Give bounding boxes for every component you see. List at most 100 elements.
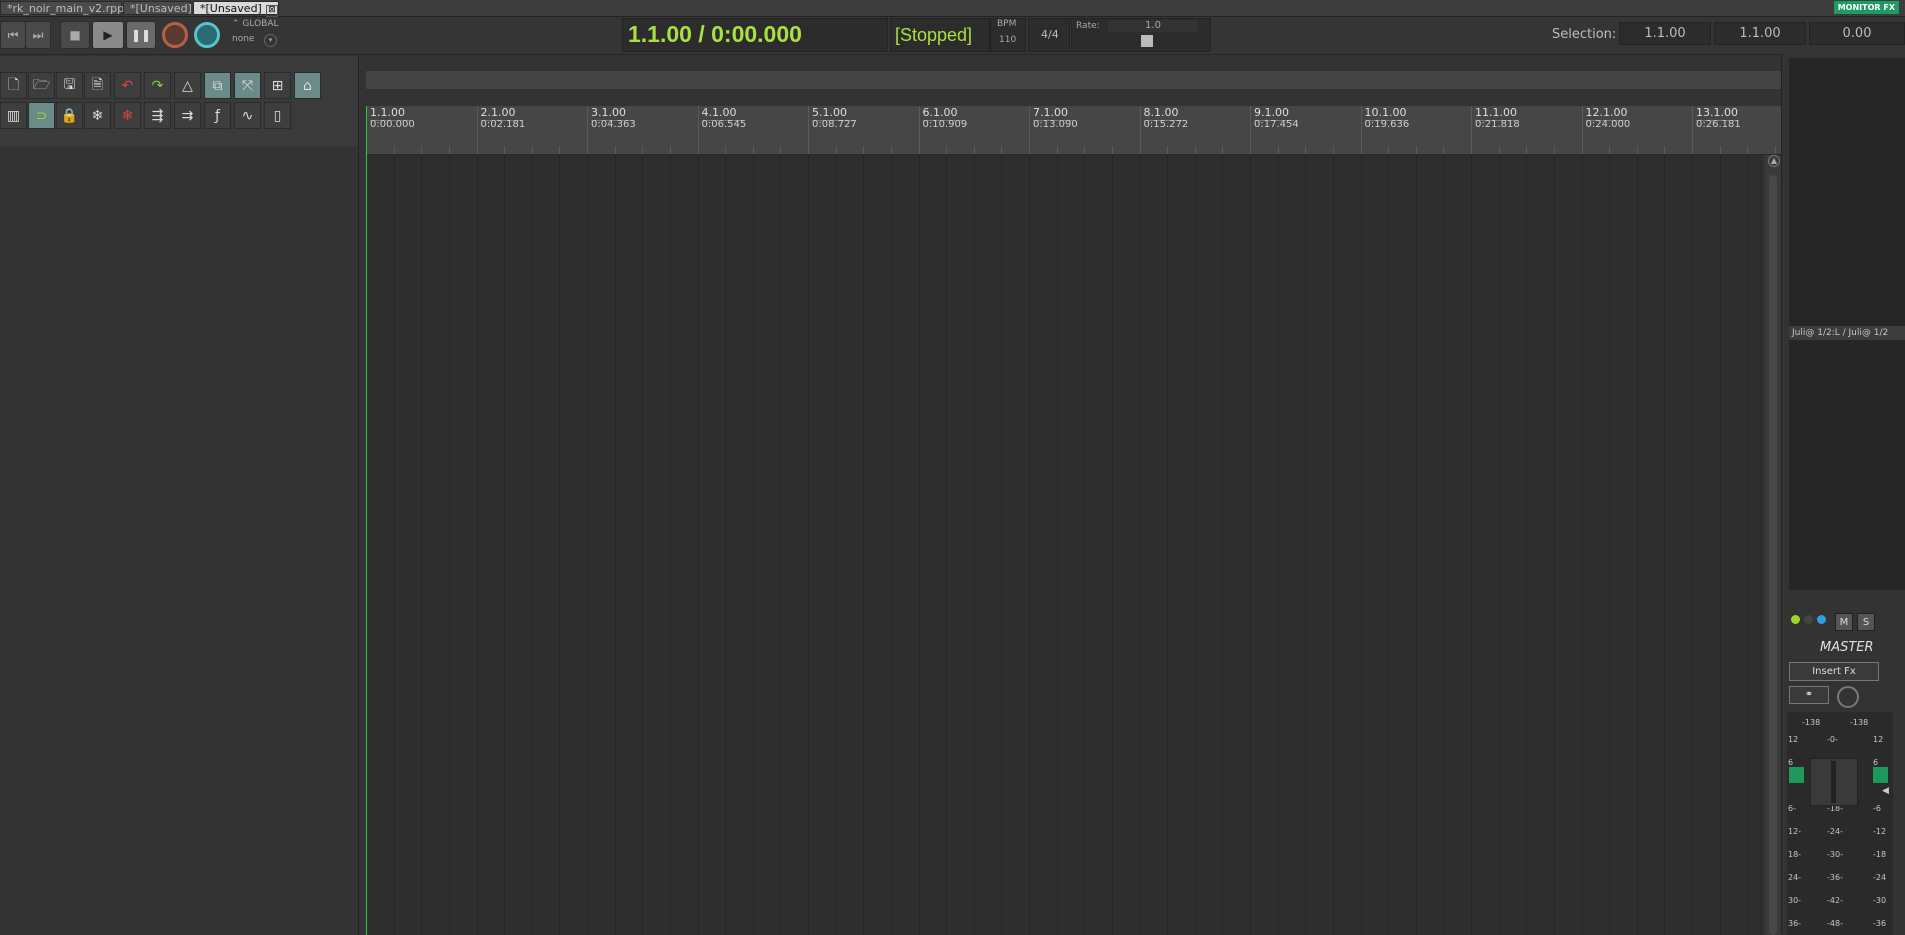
scroll-up-icon[interactable]: ▲ <box>1768 155 1780 167</box>
ruler-beat-mark <box>1056 146 1058 154</box>
ruler-beat-mark <box>1084 146 1086 154</box>
envelope-points-icon[interactable]: ⌂ <box>294 72 321 99</box>
selection-end-field[interactable]: 1.1.00 <box>1714 22 1806 45</box>
ruler-beat-mark <box>504 146 506 154</box>
ruler-beat-mark <box>421 146 423 154</box>
rate-slider-handle[interactable] <box>1141 35 1153 47</box>
go-to-start-button[interactable]: ⏮ <box>0 21 26 49</box>
bpm-value: 110 <box>999 35 1017 45</box>
rate-slider[interactable] <box>1108 35 1198 47</box>
ruler-tick: 4.1.00 0:06.545 <box>697 106 746 154</box>
grid-line <box>476 155 478 935</box>
timecode-text: 1.1.00 / 0:00.000 <box>628 21 802 47</box>
dot-blue[interactable] <box>1817 615 1826 624</box>
fader-track[interactable] <box>1810 758 1858 806</box>
routing-icon[interactable]: ⚭ <box>1789 686 1829 704</box>
go-to-end-button[interactable]: ⏭ <box>25 21 51 49</box>
freeze-icon[interactable]: ❄ <box>84 102 111 129</box>
meter-scale-value: -0- <box>1827 735 1838 744</box>
unfreeze-icon[interactable]: ❄ <box>114 102 141 129</box>
grid-line <box>531 155 533 935</box>
pause-button[interactable]: ❚❚ <box>126 21 156 49</box>
grid-line <box>863 155 865 935</box>
save-project-icon[interactable]: 🖫 <box>56 72 83 99</box>
vertical-scrollbar[interactable]: ▲ <box>1765 155 1781 935</box>
undo-icon[interactable]: ↶ <box>114 72 141 99</box>
tab-label: *rk_noir_main_v2.rpp <box>7 2 125 15</box>
meter-right-level <box>1873 767 1888 783</box>
ruler-measure-label: 3.1.00 <box>591 106 626 119</box>
grouping-icon[interactable]: ⊞ <box>264 72 291 99</box>
auto-crossfade-icon[interactable]: ⤧ <box>234 72 261 99</box>
fader-handle[interactable] <box>1831 761 1836 803</box>
grid-icon[interactable]: ▥ <box>0 102 27 129</box>
meter-scale-value: 12 <box>1873 735 1884 744</box>
automation-mode-value[interactable]: none <box>232 34 254 44</box>
project-tab-1[interactable]: *rk_noir_main_v2.rpp <box>0 1 125 15</box>
rate-control[interactable]: Rate: 1.0 <box>1071 18 1211 52</box>
bpm-display[interactable]: BPM 110 <box>990 18 1026 52</box>
project-tab-3[interactable]: *[Unsaved] ⊠ <box>193 1 279 17</box>
chevron-down-icon[interactable]: ▾ <box>264 34 277 47</box>
ruler-time-label: 0:24.000 <box>1585 119 1631 130</box>
ruler-measure-label: 10.1.00 <box>1364 106 1407 119</box>
lock-icon[interactable]: 🔒 <box>56 102 83 129</box>
pan-knob-icon[interactable] <box>1837 686 1859 708</box>
waveform-icon[interactable]: ∿ <box>234 102 261 129</box>
rate-value: 1.0 <box>1108 20 1198 32</box>
selection-start-field[interactable]: 1.1.00 <box>1619 22 1711 45</box>
edit-cursor <box>366 106 367 935</box>
dot-dark[interactable] <box>1804 615 1813 624</box>
ruler-beat-mark <box>1167 146 1169 154</box>
new-project-icon[interactable]: 🗋 <box>0 72 27 99</box>
close-tab-icon[interactable]: ⊠ <box>265 5 278 17</box>
grid-line <box>835 155 837 935</box>
region-marker-lane[interactable] <box>366 71 1781 89</box>
meter-scale-value: 36- <box>1788 919 1802 928</box>
transport-status: [Stopped] <box>895 25 973 45</box>
master-meter: -138 -138 1266-12-18-24-30-36- -0--6--12… <box>1787 712 1893 935</box>
ruler-time-label: 0:04.363 <box>591 119 636 130</box>
project-settings-icon[interactable]: 🗎 <box>84 72 111 99</box>
ruler-tick: 9.1.00 0:17.454 <box>1250 106 1299 154</box>
repeat-button[interactable] <box>194 22 220 48</box>
open-project-icon[interactable]: 🗁 <box>28 72 55 99</box>
render-stems-icon[interactable]: ⇶ <box>144 102 171 129</box>
grid-line <box>1277 155 1279 935</box>
ruler-beat-mark <box>1526 146 1528 154</box>
grid-line <box>1636 155 1638 935</box>
device-icon[interactable]: ▯ <box>264 102 291 129</box>
insert-fx-button[interactable]: Insert Fx <box>1789 662 1879 681</box>
master-fx-area[interactable] <box>1789 58 1905 590</box>
main-toolbar: 🗋 🗁 🖫 🗎 ↶ ↷ △ ⧉ ⤧ ⊞ ⌂ ▥ ⊃ 🔒 ❄ ❄ ⇶ ⇉ ƒ ∿ … <box>0 56 359 148</box>
play-button[interactable]: ▶ <box>92 21 124 49</box>
project-tab-2[interactable]: *[Unsaved] <box>123 1 192 15</box>
grid-line <box>1111 155 1113 935</box>
timeline-ruler[interactable]: 1.1.00 0:00.000 2.1.00 0:02.181 3.1.00 0:04.3… <box>366 106 1781 155</box>
snap-icon[interactable]: ⊃ <box>28 102 55 129</box>
master-io-routing[interactable]: Juli@ 1/2:L / Juli@ 1/2 <box>1789 326 1905 340</box>
track-control-panel[interactable] <box>0 147 359 935</box>
ruler-time-label: 0:13.090 <box>1033 119 1078 130</box>
dot-green[interactable] <box>1791 615 1800 624</box>
redo-icon[interactable]: ↷ <box>144 72 171 99</box>
selection-length-field[interactable]: 0.00 <box>1809 22 1905 45</box>
scrollbar-thumb[interactable] <box>1769 175 1777 935</box>
arrange-view[interactable] <box>366 155 1763 935</box>
meter-scale-value: -48- <box>1827 919 1843 928</box>
metronome-icon[interactable]: △ <box>174 72 201 99</box>
grid-line <box>1360 155 1362 935</box>
mute-button[interactable]: M <box>1835 613 1853 631</box>
fx-icon[interactable]: ƒ <box>204 102 231 129</box>
ruler-measure-label: 8.1.00 <box>1143 106 1179 119</box>
time-signature-display[interactable]: 4/4 <box>1028 18 1070 52</box>
stop-button[interactable]: ■ <box>60 21 90 49</box>
solo-button[interactable]: S <box>1857 613 1875 631</box>
grid-line <box>752 155 754 935</box>
record-button[interactable] <box>162 22 188 48</box>
ruler-beat-mark <box>1194 146 1196 154</box>
ruler-beat-mark <box>1305 146 1307 154</box>
render-icon[interactable]: ⇉ <box>174 102 201 129</box>
monitor-fx-button[interactable]: MONITOR FX <box>1833 1 1899 14</box>
ripple-edit-icon[interactable]: ⧉ <box>204 72 231 99</box>
